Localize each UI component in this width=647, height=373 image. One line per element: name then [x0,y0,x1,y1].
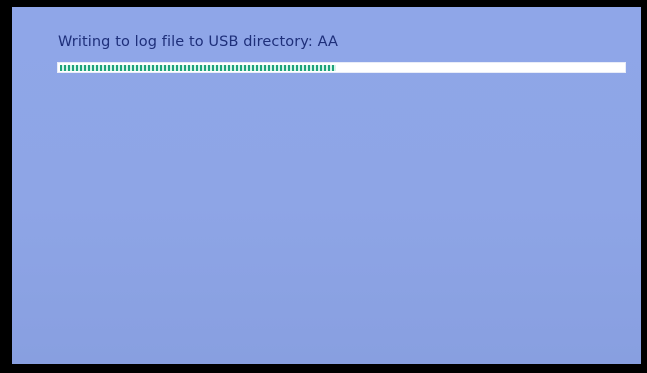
monitor-bezel: Writing to log file to USB directory: AA [0,0,647,373]
progress-bar [57,62,626,73]
status-message: Writing to log file to USB directory: AA [58,34,339,50]
screen-area: Writing to log file to USB directory: AA [12,7,641,364]
progress-bar-fill [60,65,336,71]
